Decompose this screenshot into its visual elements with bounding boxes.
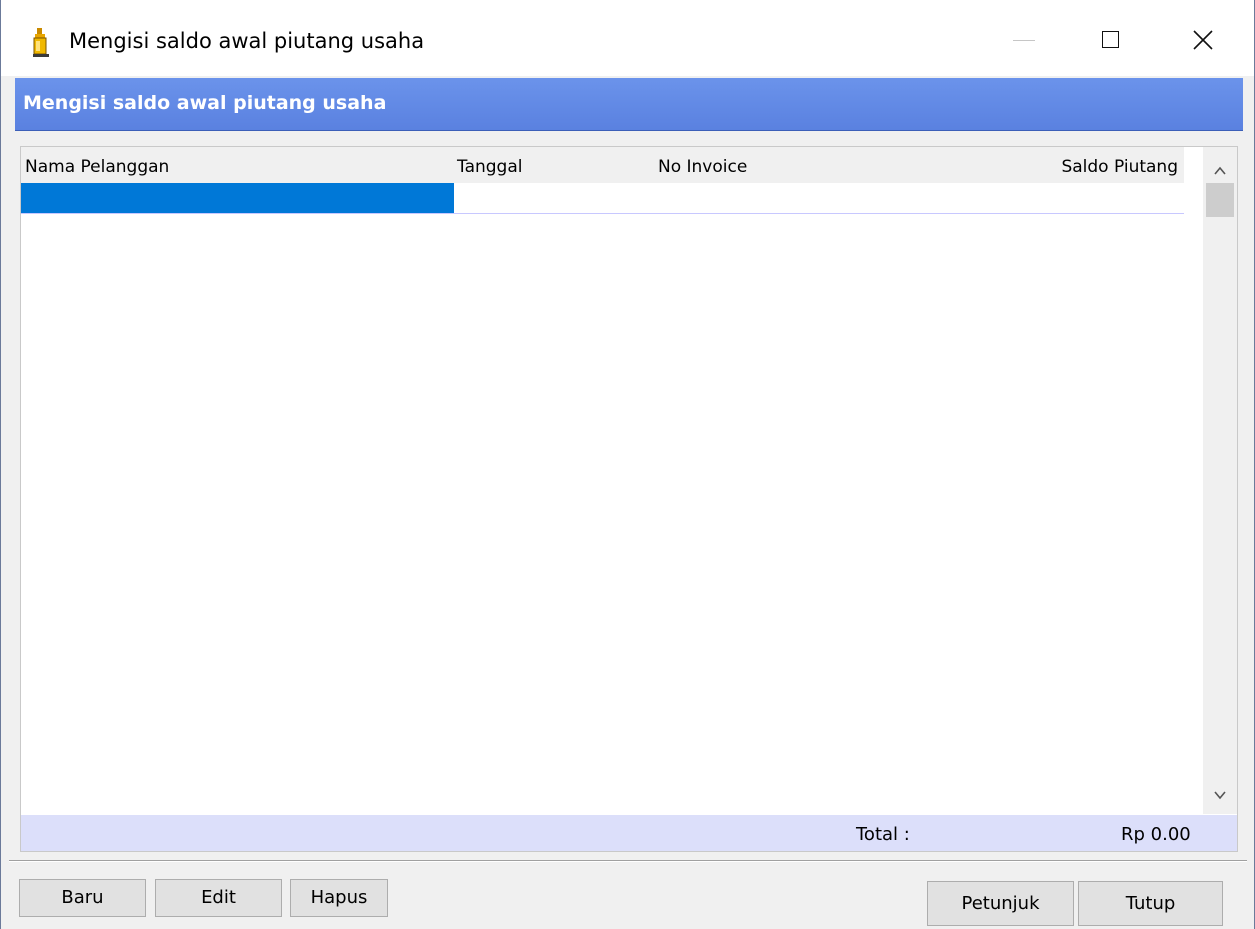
petunjuk-button[interactable]: Petunjuk [927,881,1074,926]
column-header-no-invoice[interactable]: No Invoice [658,157,747,177]
column-header-saldo-piutang[interactable]: Saldo Piutang [1061,157,1178,177]
scroll-down-icon[interactable] [1214,789,1226,801]
column-header-nama-pelanggan[interactable]: Nama Pelanggan [25,157,169,177]
divider [9,860,1247,862]
app-window: Mengisi saldo awal piutang usaha Mengisi… [0,0,1255,929]
vertical-scrollbar[interactable] [1203,147,1237,814]
data-grid[interactable]: Nama Pelanggan Tanggal No Invoice Saldo … [20,146,1238,852]
table-row[interactable] [21,183,1184,214]
hapus-button[interactable]: Hapus [290,879,388,917]
edit-button[interactable]: Edit [155,879,282,917]
scroll-up-icon[interactable] [1214,165,1226,177]
minimize-icon[interactable] [997,20,1057,60]
header-banner: Mengisi saldo awal piutang usaha [15,78,1243,131]
grid-header: Nama Pelanggan Tanggal No Invoice Saldo … [21,147,1184,183]
window-title: Mengisi saldo awal piutang usaha [69,29,425,53]
total-value: Rp 0.00 [1121,824,1191,845]
tutup-button[interactable]: Tutup [1078,881,1223,926]
title-bar[interactable]: Mengisi saldo awal piutang usaha [1,0,1254,76]
baru-button[interactable]: Baru [19,879,146,917]
column-header-tanggal[interactable]: Tanggal [457,157,523,177]
header-title: Mengisi saldo awal piutang usaha [23,92,387,114]
selected-cell[interactable] [21,183,454,213]
close-icon[interactable] [1176,20,1236,60]
maximize-icon[interactable] [1084,20,1144,60]
total-bar: Total : Rp 0.00 [21,815,1237,851]
total-label: Total : [856,824,910,845]
bottle-icon [33,28,49,57]
scroll-thumb[interactable] [1206,183,1234,217]
